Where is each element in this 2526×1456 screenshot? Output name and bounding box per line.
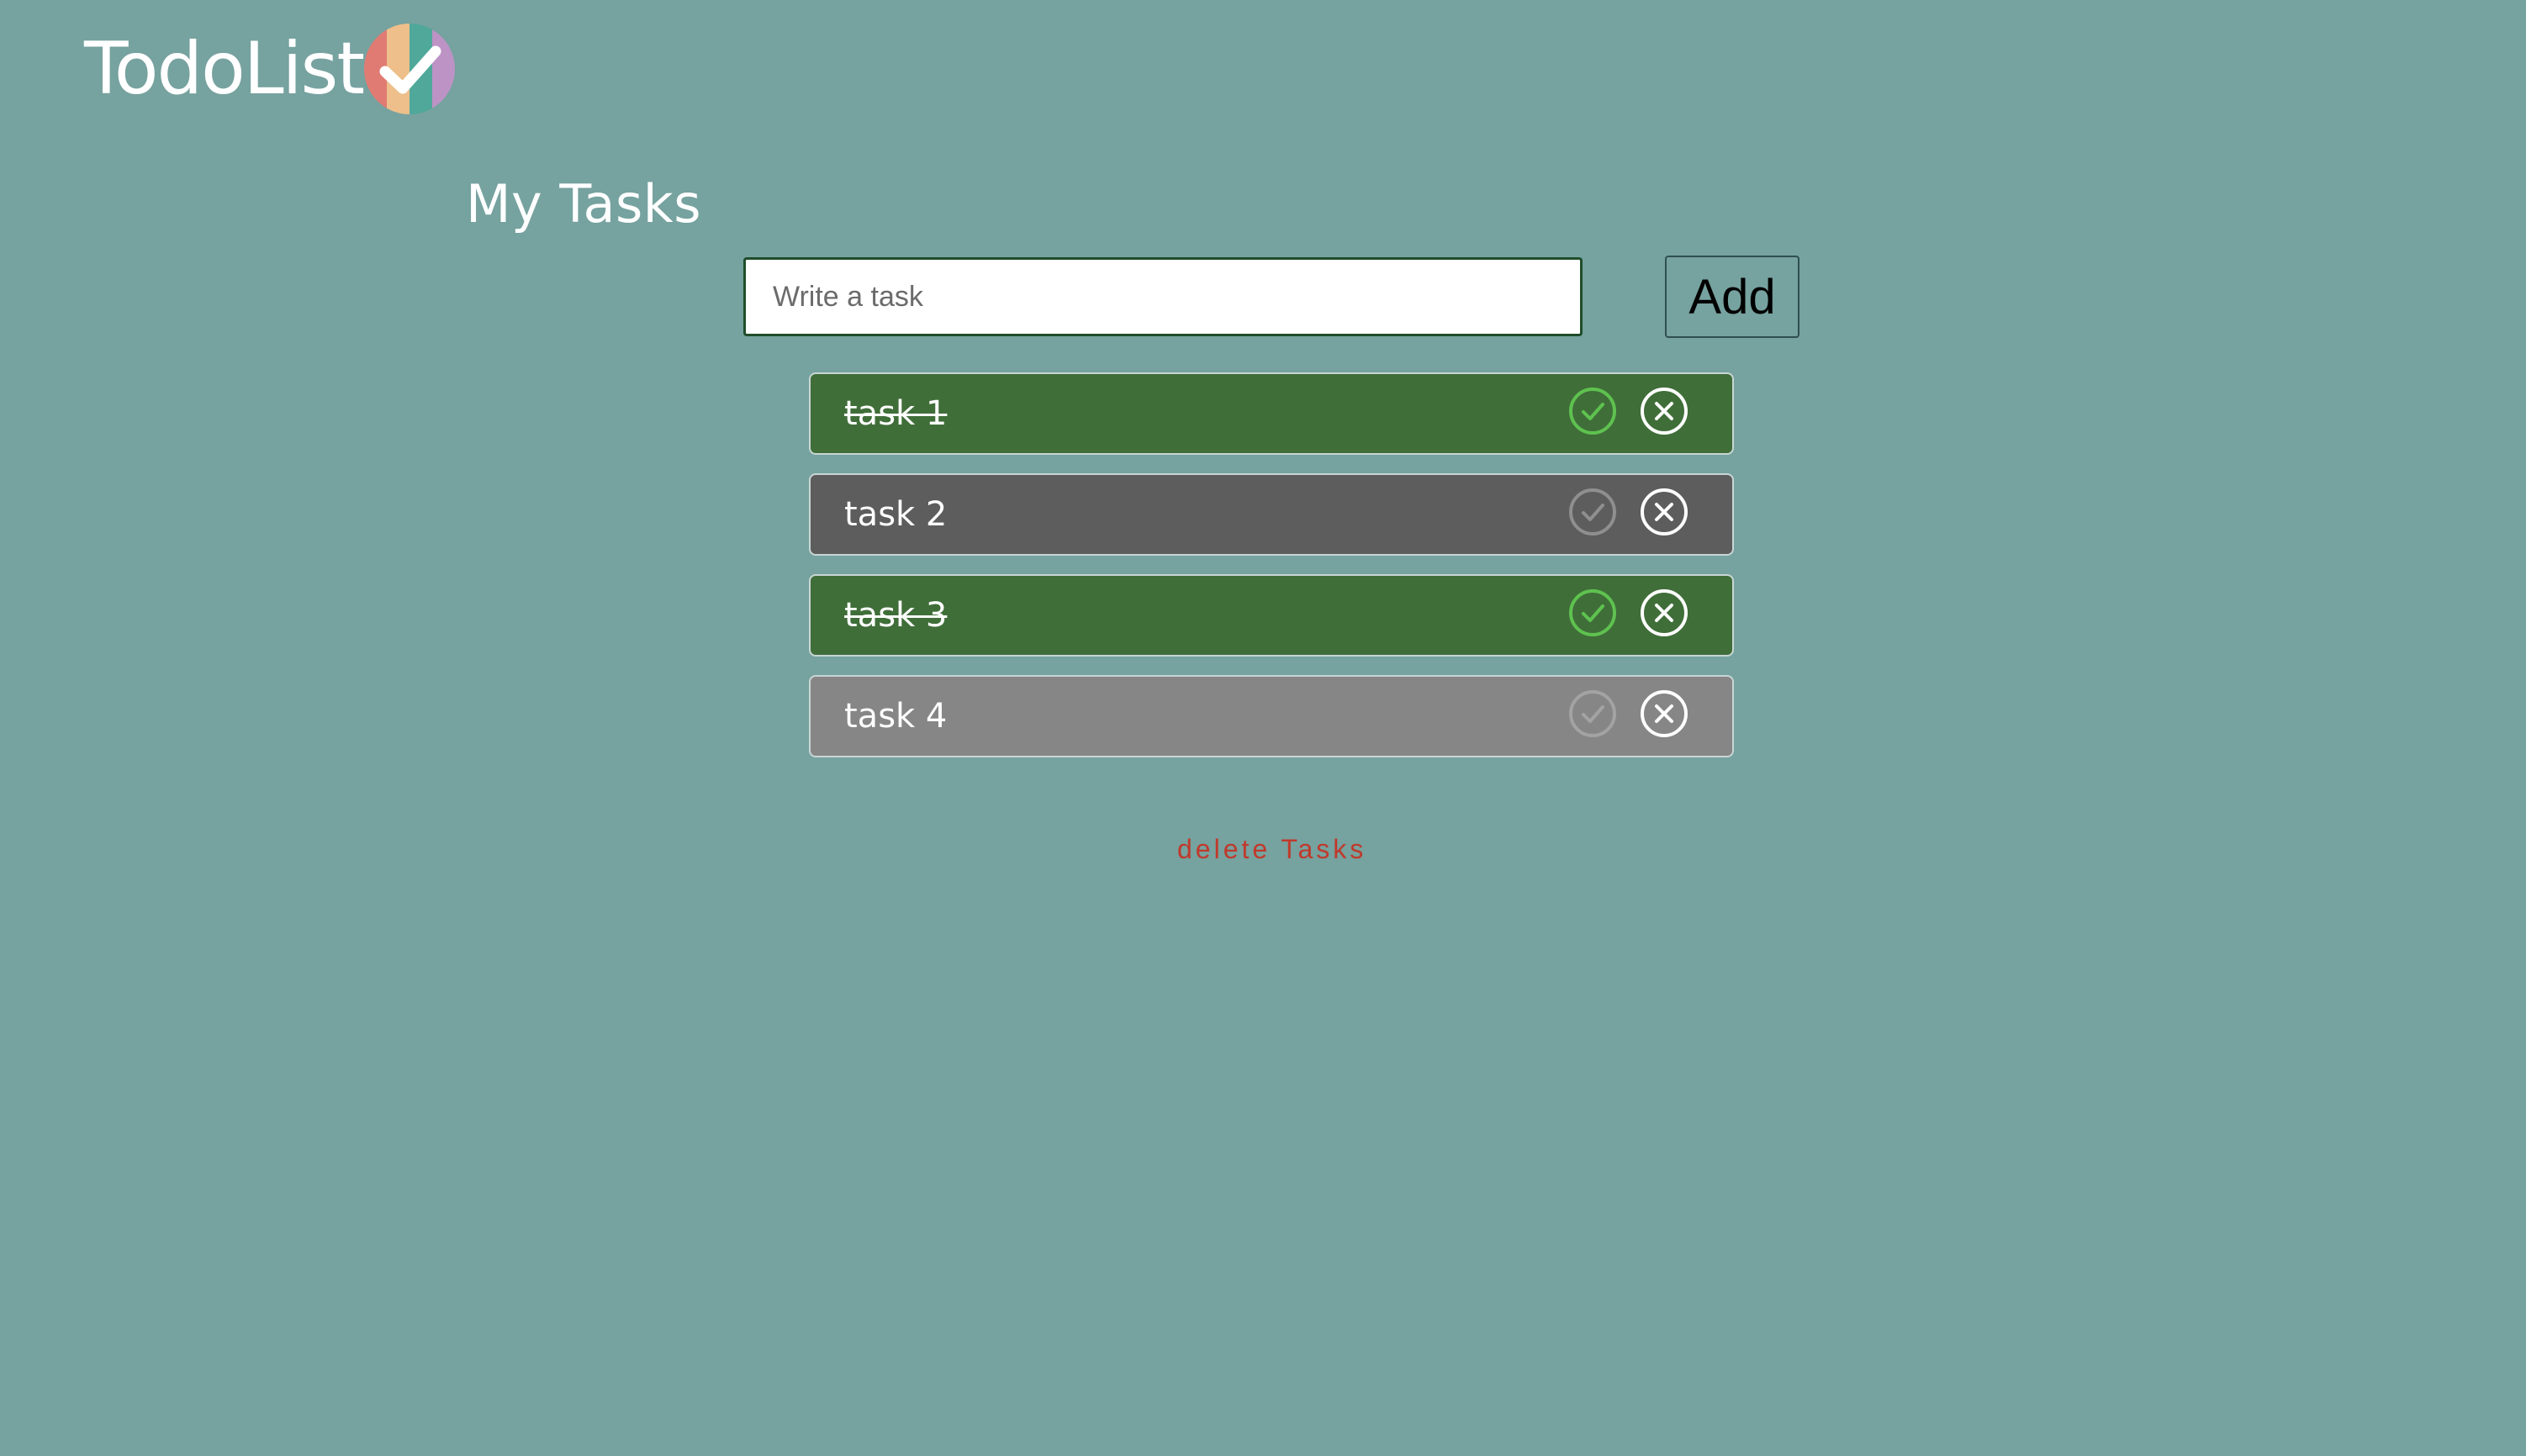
task-list: task 1 task 2 task 3 task 4 [809, 372, 1734, 776]
close-circle-icon[interactable] [1639, 487, 1689, 537]
task-text: task 4 [844, 697, 948, 736]
app-name: TodoList [84, 27, 365, 111]
task-text: task 3 [844, 596, 948, 635]
rainbow-check-logo-icon [364, 24, 456, 114]
add-task-button[interactable]: Add [1665, 256, 1799, 338]
close-circle-icon[interactable] [1639, 588, 1689, 638]
page-title: My Tasks [466, 173, 702, 235]
check-circle-icon[interactable] [1567, 487, 1618, 537]
delete-tasks-link[interactable]: delete Tasks [1177, 834, 1363, 865]
task-item: task 2 [809, 473, 1734, 556]
check-circle-icon[interactable] [1567, 588, 1618, 638]
check-circle-icon[interactable] [1567, 386, 1618, 436]
close-circle-icon[interactable] [1639, 688, 1689, 739]
task-input[interactable] [743, 257, 1583, 336]
task-item: task 4 [809, 675, 1734, 757]
task-text: task 2 [844, 495, 948, 534]
close-circle-icon[interactable] [1639, 386, 1689, 436]
check-circle-icon[interactable] [1567, 688, 1618, 739]
task-item: task 3 [809, 574, 1734, 657]
brand: TodoList [84, 20, 456, 118]
task-text: task 1 [844, 394, 948, 433]
task-item: task 1 [809, 372, 1734, 455]
